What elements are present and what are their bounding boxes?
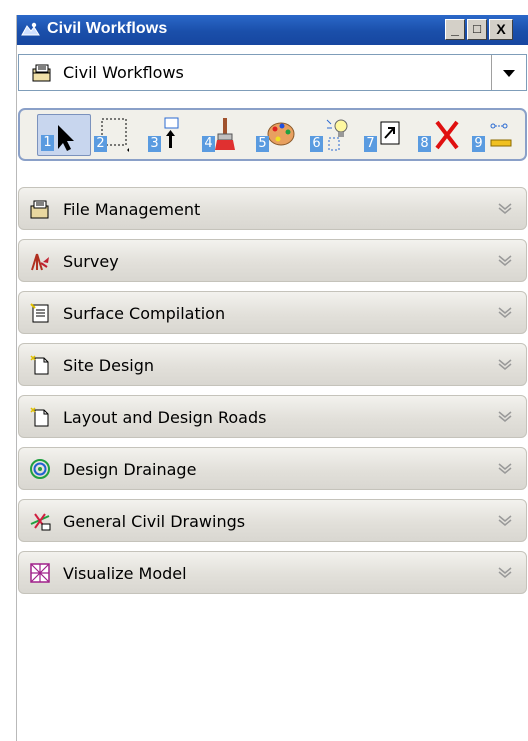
tool-number: 3 <box>148 136 161 152</box>
chevron-down-icon <box>498 567 512 578</box>
file-management-icon <box>30 200 49 219</box>
tool-select[interactable]: 1 <box>37 114 91 156</box>
group-label: Survey <box>63 252 119 271</box>
surface-compilation-icon <box>30 303 49 323</box>
group-survey[interactable]: Survey <box>18 239 527 282</box>
group-surface-compilation[interactable]: Surface Compilation <box>18 291 527 334</box>
chevron-down-icon <box>498 203 512 214</box>
title-bar[interactable]: Civil Workflows _ □ X <box>17 15 528 45</box>
tool-number: 6 <box>310 136 323 152</box>
group-visualize-model[interactable]: Visualize Model <box>18 551 527 594</box>
chevron-down-icon <box>498 359 512 370</box>
group-label: Visualize Model <box>63 564 187 583</box>
tool-delete[interactable]: 8 <box>415 114 469 156</box>
tool-number: 2 <box>94 136 107 152</box>
group-site-design[interactable]: Site Design <box>18 343 527 386</box>
group-label: Layout and Design Roads <box>63 408 267 427</box>
tool-light[interactable]: 6 <box>307 114 361 156</box>
tool-toolbar: 1 2 3 4 5 6 7 8 9 <box>18 108 527 161</box>
civil-drawings-icon <box>30 513 51 531</box>
group-file-management[interactable]: File Management <box>18 187 527 230</box>
civil-workflows-panel: Civil Workflows _ □ X Civil Workflows 1 <box>16 15 528 741</box>
window-title: Civil Workflows <box>47 20 168 37</box>
group-label: Site Design <box>63 356 155 375</box>
survey-icon <box>31 253 49 271</box>
layout-roads-icon <box>30 407 49 427</box>
group-label: General Civil Drawings <box>63 512 246 531</box>
group-label: Design Drainage <box>63 460 197 479</box>
tool-marquee[interactable]: 2 <box>91 114 145 156</box>
chevron-down-icon <box>498 255 512 266</box>
maximize-button[interactable]: □ <box>467 19 487 40</box>
tool-number: 5 <box>256 136 269 152</box>
tool-scale[interactable]: 7 <box>361 114 415 156</box>
workflow-select-value: Civil Workflows <box>63 63 184 82</box>
chevron-down-icon <box>498 307 512 318</box>
workflow-select[interactable]: Civil Workflows <box>18 54 527 91</box>
drainage-icon <box>30 459 50 479</box>
close-button[interactable]: X <box>489 19 513 40</box>
chevron-down-icon <box>498 463 512 474</box>
chevron-down-icon <box>503 70 515 77</box>
dropdown-arrow-button[interactable] <box>491 55 526 90</box>
group-layout-design-roads[interactable]: Layout and Design Roads <box>18 395 527 438</box>
civil-app-icon <box>21 22 40 36</box>
group-label: File Management <box>63 200 201 219</box>
group-general-civil-drawings[interactable]: General Civil Drawings <box>18 499 527 542</box>
site-design-icon <box>30 355 49 375</box>
tool-number: 9 <box>472 136 485 152</box>
tool-number: 1 <box>41 135 54 151</box>
tool-move[interactable]: 3 <box>145 114 199 156</box>
tool-paint[interactable]: 4 <box>199 114 253 156</box>
chevron-down-icon <box>498 515 512 526</box>
tool-number: 4 <box>202 136 215 152</box>
tool-color[interactable]: 5 <box>253 114 307 156</box>
tool-measure[interactable]: 9 <box>469 114 523 156</box>
group-label: Surface Compilation <box>63 304 226 323</box>
chevron-down-icon <box>498 411 512 422</box>
group-design-drainage[interactable]: Design Drainage <box>18 447 527 490</box>
workflow-folder-icon <box>32 64 51 82</box>
visualize-model-icon <box>30 563 50 583</box>
tool-number: 7 <box>364 136 377 152</box>
tool-number: 8 <box>418 136 431 152</box>
minimize-button[interactable]: _ <box>445 19 465 40</box>
